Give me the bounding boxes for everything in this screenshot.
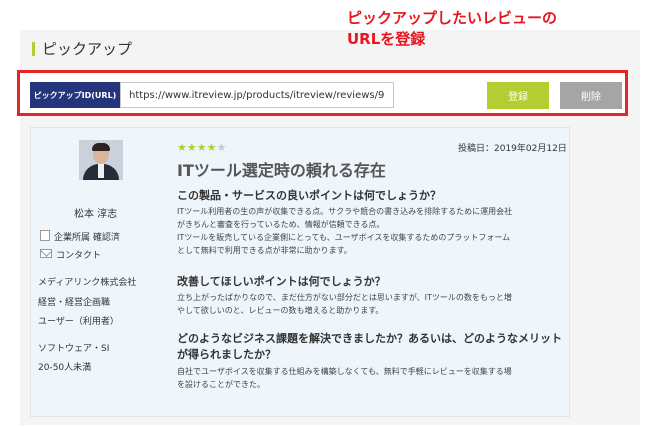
rating-full-stars: ★★★★ bbox=[177, 141, 217, 154]
document-icon bbox=[40, 230, 50, 241]
answer-good-points-line-1: ITツール利用者の生の声が収集できる点。サクラや競合の書き込みを排除するために運… bbox=[177, 207, 513, 216]
reviewer-department: 経営・経営企画職 bbox=[38, 298, 111, 308]
section-accent-bar bbox=[32, 42, 35, 56]
answer-improvements-line-1: 立ち上がったばかりなので、まだ仕方がない部分だとは思いますが、ITツールの数をも… bbox=[177, 293, 512, 302]
answer-good-points-line-2: がきちんと審査を行っているため、情報が信頼できる点。 bbox=[177, 220, 385, 229]
mail-icon[interactable] bbox=[40, 249, 52, 258]
reviewer-role: ユーザー（利用者） bbox=[38, 317, 119, 327]
answer-good-points-line-4: として無料で利用できる点が非常に助かります。 bbox=[177, 246, 352, 255]
question-improvements: 改善してほしいポイントは何でしょうか？ bbox=[177, 275, 386, 288]
question-good-points: この製品・サービスの良いポイントは何でしょうか？ bbox=[177, 189, 441, 202]
pickup-id-label: ピックアップID(URL) bbox=[30, 82, 120, 108]
avatar bbox=[79, 140, 123, 180]
reviewer-company-size: 20-50人未満 bbox=[38, 363, 92, 373]
annotation-line-1: ピックアップしたいレビューの bbox=[347, 9, 558, 27]
answer-business-benefit-line-2: を設けることができた。 bbox=[177, 380, 265, 389]
annotation-callout: ピックアップしたいレビューの URLを登録 bbox=[347, 8, 557, 50]
review-title[interactable]: ITツール選定時の頼れる存在 bbox=[177, 157, 386, 181]
question-business-benefit-line-2: が得られましたか？ bbox=[177, 348, 276, 361]
section-title: ピックアップ bbox=[42, 40, 133, 58]
rating-stars: ★★★★★ bbox=[177, 141, 226, 154]
annotation-line-2: URLを登録 bbox=[347, 30, 426, 48]
contact-link[interactable]: コンタクト bbox=[56, 248, 101, 261]
reviewer-company: メディアリンク株式会社 bbox=[38, 278, 137, 288]
reviewer-industry: ソフトウェア・SI bbox=[38, 344, 110, 354]
answer-good-points-line-3: ITツールを販売している企業側にとっても、ユーザボイスを収集するためのプラットフ… bbox=[177, 233, 511, 242]
register-button[interactable]: 登録 bbox=[487, 82, 549, 109]
delete-button[interactable]: 削除 bbox=[560, 82, 622, 109]
question-business-benefit: どのようなビジネス課題を解決できましたか？あるいは、どのようなメリット bbox=[177, 332, 562, 345]
answer-business-benefit-line-1: 自社でユーザボイスを収集する仕組みを構築しなくても、無料で手軽にレビューを収集す… bbox=[177, 367, 512, 376]
verified-status: 企業所属 確認済 bbox=[54, 233, 120, 243]
answer-improvements-line-2: やして欲しいのと、レビューの数も増えると助かります。 bbox=[177, 306, 384, 315]
rating-half-star: ★ bbox=[216, 141, 227, 154]
review-date: 投稿日：2019年02月12日 bbox=[458, 144, 567, 154]
reviewer-name[interactable]: 松本 淳志 bbox=[74, 205, 117, 220]
pickup-url-input[interactable] bbox=[120, 82, 394, 108]
